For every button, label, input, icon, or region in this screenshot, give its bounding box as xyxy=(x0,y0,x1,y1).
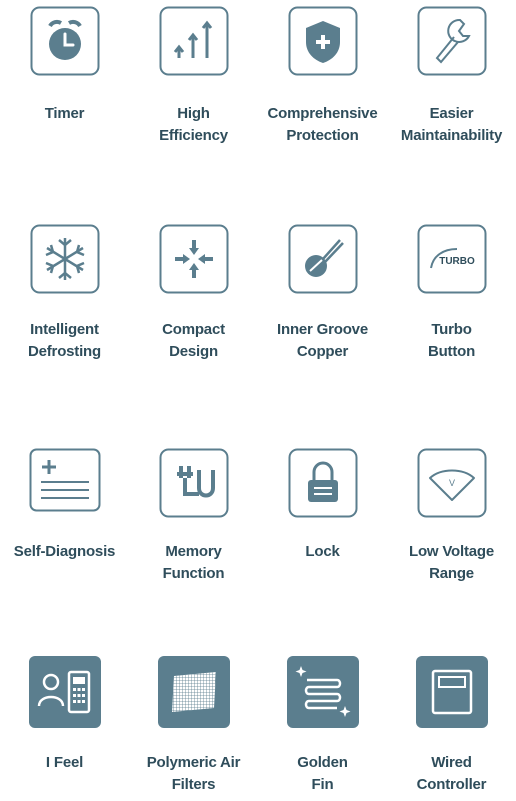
voltage-icon-text: V xyxy=(448,478,454,488)
rising-arrows-icon xyxy=(159,6,229,76)
feature-label: Memory Function xyxy=(162,543,225,582)
feature-low-voltage-range: V Low Voltage Range xyxy=(387,444,516,604)
feature-label: Golden Fin xyxy=(297,754,348,793)
turbo-icon-text: TURBO xyxy=(439,256,475,267)
feature-label: I Feel xyxy=(45,754,84,771)
feature-polymeric-air-filters: Polymeric Air Filters xyxy=(129,656,258,801)
feature-label: Polymeric Air Filters xyxy=(146,754,241,793)
coil-sparkle-icon xyxy=(286,656,359,728)
feature-label: High Efficiency xyxy=(159,105,228,144)
feature-grid: Timer High Efficiency Comprehensive Prot… xyxy=(0,0,516,801)
feature-label: Timer xyxy=(44,105,85,122)
feature-turbo-button: TURBO Turbo Button xyxy=(387,220,516,380)
feature-label: Compact Design xyxy=(162,321,225,360)
feature-wired-controller: Wired Controller xyxy=(387,656,516,801)
feature-i-feel: I Feel xyxy=(0,656,129,801)
copper-tube-icon xyxy=(288,224,358,294)
lock-icon xyxy=(288,448,358,518)
feature-label: Self-Diagnosis xyxy=(13,543,116,560)
feature-easier-maintainability: Easier Maintainability xyxy=(387,0,516,160)
magnet-plug-icon xyxy=(159,448,229,518)
feature-label: Lock xyxy=(305,543,340,560)
feature-label: Inner Groove Copper xyxy=(277,321,368,360)
feature-intelligent-defrosting: Intelligent Defrosting xyxy=(0,220,129,380)
feature-timer: Timer xyxy=(0,0,129,160)
feature-high-efficiency: High Efficiency xyxy=(129,0,258,160)
feature-compact-design: Compact Design xyxy=(129,220,258,380)
feature-lock: Lock xyxy=(258,444,387,604)
voltage-gauge-icon: V xyxy=(417,448,487,518)
person-remote-icon xyxy=(28,656,101,728)
shield-plus-icon xyxy=(288,6,358,76)
feature-inner-groove-copper: Inner Groove Copper xyxy=(258,220,387,380)
compress-arrows-icon xyxy=(159,224,229,294)
checklist-icon xyxy=(29,448,101,512)
feature-memory-function: Memory Function xyxy=(129,444,258,604)
feature-label: Low Voltage Range xyxy=(408,543,495,582)
feature-label: Turbo Button xyxy=(427,321,476,360)
snowflake-icon xyxy=(30,224,100,294)
feature-self-diagnosis: Self-Diagnosis xyxy=(0,444,129,604)
feature-label: Wired Controller xyxy=(416,754,487,793)
feature-label: Comprehensive Protection xyxy=(267,105,378,144)
feature-label: Easier Maintainability xyxy=(400,105,503,144)
wrench-icon xyxy=(417,6,487,76)
feature-comprehensive-protection: Comprehensive Protection xyxy=(258,0,387,160)
wall-controller-icon xyxy=(415,656,488,728)
feature-label: Intelligent Defrosting xyxy=(27,321,101,360)
turbo-icon: TURBO xyxy=(417,224,487,294)
filter-mesh-icon xyxy=(157,656,230,728)
feature-golden-fin: Golden Fin xyxy=(258,656,387,801)
alarm-clock-icon xyxy=(30,6,100,76)
